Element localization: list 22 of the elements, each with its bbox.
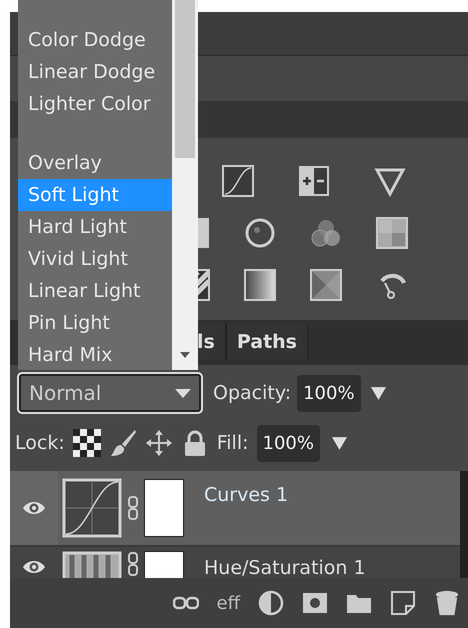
menu-item[interactable]: Linear Light: [18, 275, 172, 307]
menu-item[interactable]: Vivid Light: [18, 243, 172, 275]
menu-item[interactable]: Soft Light: [18, 179, 172, 211]
menu-item[interactable]: Hard Light: [18, 211, 172, 243]
fill-label: Fill:: [216, 432, 249, 454]
layer-row[interactable]: Hue/Saturation 1: [10, 547, 460, 578]
layer-row[interactable]: Curves 1: [10, 471, 460, 547]
panel-tab[interactable]: Paths: [226, 324, 308, 360]
menu-item[interactable]: Pin Light: [18, 307, 172, 339]
opacity-field[interactable]: 100%: [297, 374, 361, 412]
fill-field[interactable]: 100%: [256, 424, 320, 462]
opacity-label: Opacity:: [213, 382, 292, 404]
menu-item[interactable]: Linear Dodge: [18, 56, 172, 88]
effects-button[interactable]: eff: [216, 592, 240, 614]
menu-item[interactable]: Color Dodge: [18, 24, 172, 56]
layer-name: Curves 1: [204, 484, 288, 506]
menu-item[interactable]: Overlay: [18, 147, 172, 179]
lock-label: Lock:: [15, 432, 65, 454]
blend-mode-dropdown[interactable]: Normal: [17, 372, 203, 414]
menu-item[interactable]: Lighter Color: [18, 88, 172, 120]
layer-name: Hue/Saturation 1: [204, 557, 366, 578]
menu-item[interactable]: Hard Mix: [18, 339, 172, 371]
